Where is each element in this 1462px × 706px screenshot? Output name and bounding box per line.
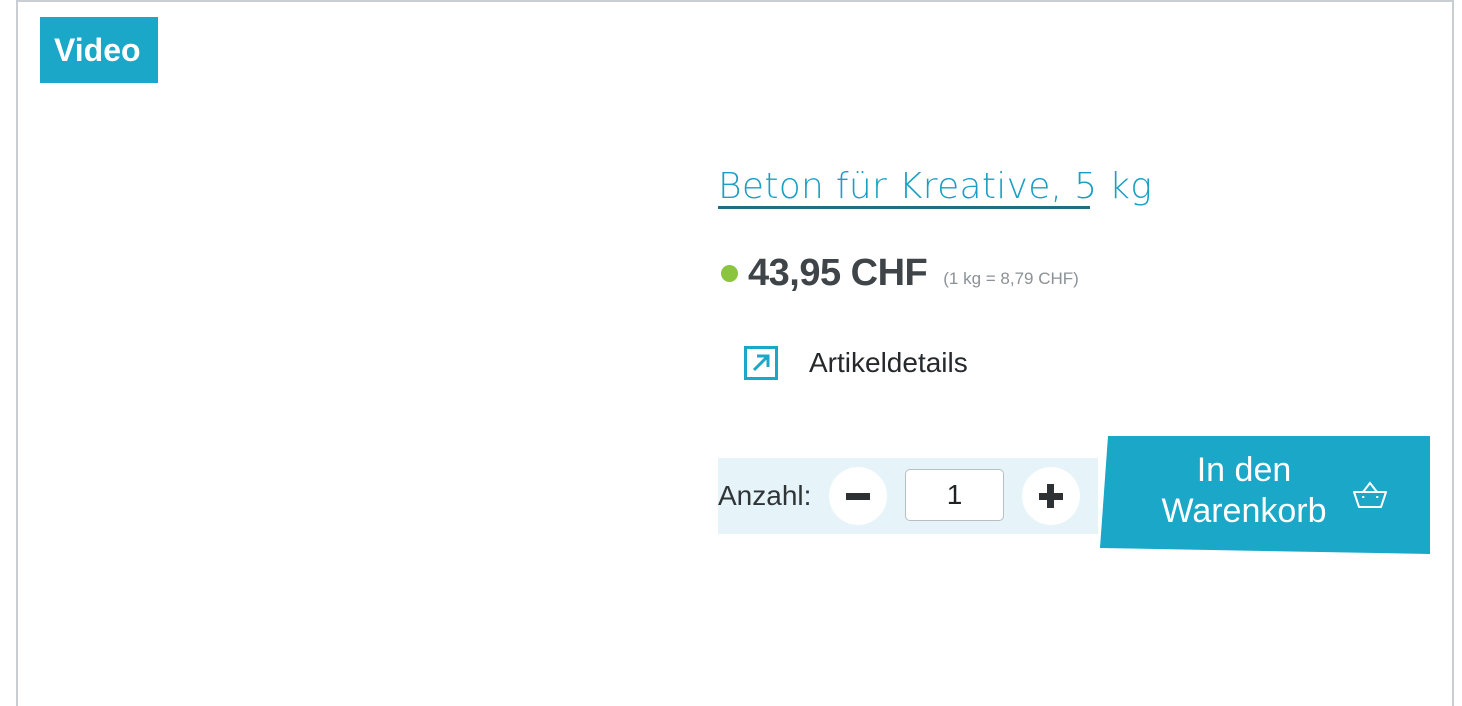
add-to-cart-label-line2: Warenkorb	[1161, 492, 1327, 530]
minus-icon	[846, 493, 870, 500]
unit-price: (1 kg = 8,79 CHF)	[943, 269, 1079, 288]
product-title-underline	[718, 206, 1090, 209]
shopping-basket-icon	[1353, 481, 1387, 508]
external-link-arrow-icon	[744, 346, 778, 380]
price-row: 43,95 CHF (1 kg = 8,79 CHF)	[721, 250, 1079, 296]
quantity-increment-button[interactable]	[1022, 467, 1080, 525]
availability-dot-icon	[721, 264, 738, 282]
product-title-link[interactable]: Beton für Kreative, 5 kg	[718, 162, 1152, 212]
add-to-cart-label: In den Warenkorb	[1144, 450, 1344, 532]
video-badge[interactable]: Video	[40, 17, 158, 83]
product-price: 43,95 CHF	[748, 251, 928, 294]
add-to-cart-button[interactable]: In den Warenkorb	[1100, 436, 1430, 554]
quantity-decrement-button[interactable]	[829, 467, 887, 525]
quantity-input[interactable]	[905, 469, 1004, 521]
plus-icon	[1047, 484, 1054, 508]
article-details-link[interactable]: Artikeldetails	[744, 343, 968, 383]
add-to-cart-label-line1: In den	[1196, 451, 1292, 489]
article-details-label: Artikeldetails	[809, 347, 968, 378]
product-card-frame	[16, 0, 1454, 706]
quantity-label: Anzahl:	[718, 480, 812, 511]
